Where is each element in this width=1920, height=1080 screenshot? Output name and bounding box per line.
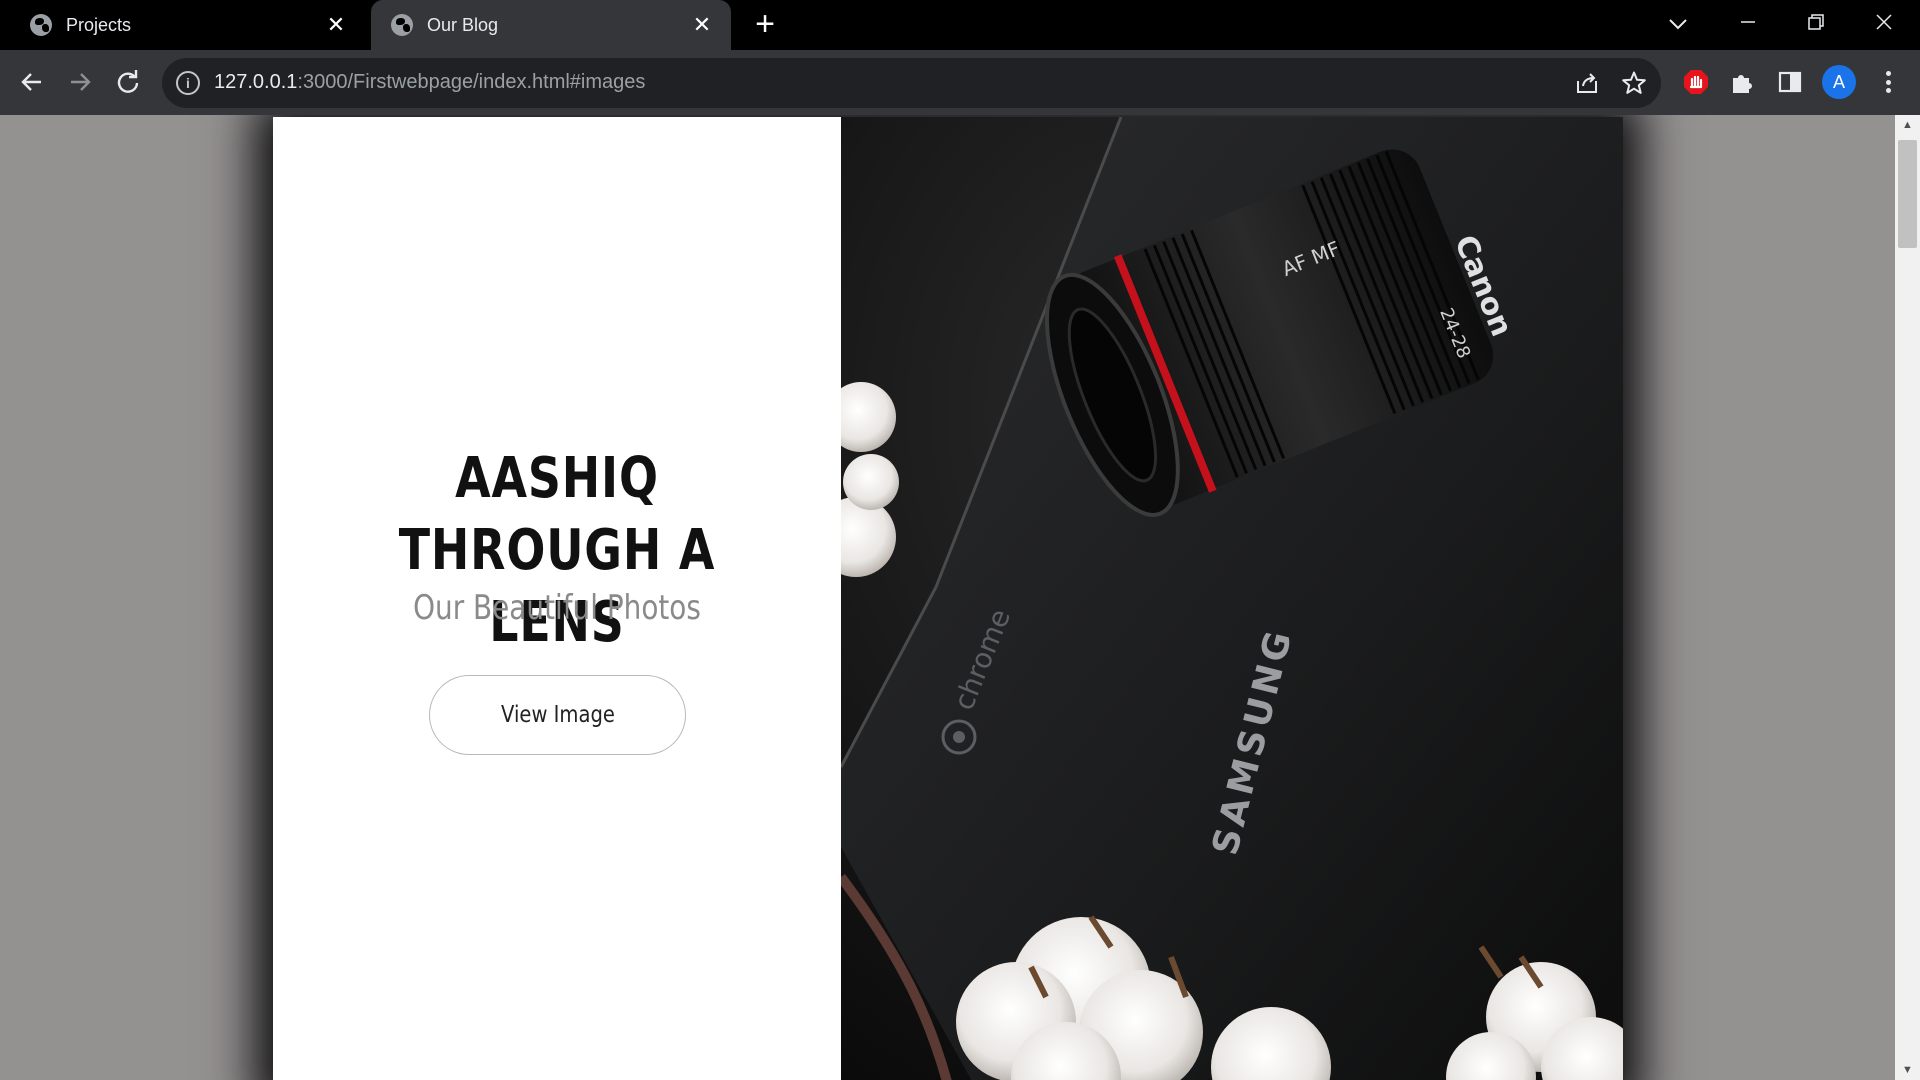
page-viewport: AASHIQ THROUGH A LENS Our Beautiful Phot…: [0, 115, 1920, 1080]
view-image-label: View Image: [500, 702, 615, 728]
url-text[interactable]: 127.0.0.1:3000/Firstwebpage/index.html#i…: [214, 71, 645, 94]
side-panel-icon[interactable]: [1775, 67, 1805, 97]
scroll-down-icon[interactable]: ▼: [1895, 1060, 1920, 1080]
camera-laptop-photo: chrome SAMSUNG AF MF Canon 24-28: [841, 117, 1623, 1080]
hero-card: AASHIQ THROUGH A LENS Our Beautiful Phot…: [273, 117, 1623, 1080]
share-icon[interactable]: [1574, 70, 1600, 96]
globe-icon: [391, 14, 413, 36]
minimize-icon[interactable]: [1714, 0, 1782, 44]
page-subtitle: Our Beautiful Photos: [413, 588, 701, 628]
hero-text-panel: AASHIQ THROUGH A LENS Our Beautiful Phot…: [273, 117, 841, 1080]
maximize-icon[interactable]: [1782, 0, 1850, 44]
star-icon[interactable]: [1621, 70, 1647, 96]
scroll-up-icon[interactable]: ▲: [1895, 115, 1920, 135]
kebab-menu-icon[interactable]: [1874, 67, 1902, 97]
tab-projects[interactable]: Projects ✕: [0, 0, 365, 50]
url-host: 127.0.0.1: [214, 71, 298, 93]
adblock-icon[interactable]: [1681, 67, 1711, 97]
plus-icon[interactable]: +: [748, 7, 782, 42]
tab-strip: Projects ✕ Our Blog ✕ +: [0, 0, 1920, 50]
view-image-button[interactable]: View Image: [429, 675, 686, 755]
url-path: :3000/Firstwebpage/index.html#images: [297, 71, 646, 93]
avatar[interactable]: A: [1822, 65, 1856, 99]
close-icon[interactable]: [1850, 0, 1918, 44]
scrollbar-thumb[interactable]: [1898, 140, 1917, 248]
back-arrow-icon[interactable]: [12, 62, 52, 102]
puzzle-icon[interactable]: [1728, 67, 1758, 97]
tab-title: Projects: [66, 14, 132, 35]
chevron-down-icon[interactable]: [1664, 10, 1692, 38]
title-line-1: AASHIQ THROUGH A: [398, 446, 716, 583]
reload-icon[interactable]: [108, 62, 148, 102]
vertical-scrollbar[interactable]: ▲ ▼: [1895, 115, 1920, 1080]
close-icon[interactable]: ✕: [323, 12, 349, 38]
address-bar[interactable]: i 127.0.0.1:3000/Firstwebpage/index.html…: [162, 58, 1661, 108]
forward-arrow-icon[interactable]: [60, 62, 100, 102]
info-icon[interactable]: i: [176, 71, 200, 95]
tab-title: Our Blog: [427, 14, 499, 35]
hero-photo: chrome SAMSUNG AF MF Canon 24-28: [841, 117, 1623, 1080]
browser-toolbar: i 127.0.0.1:3000/Firstwebpage/index.html…: [0, 50, 1920, 115]
close-icon[interactable]: ✕: [689, 12, 715, 38]
globe-icon: [30, 14, 52, 36]
tab-our-blog[interactable]: Our Blog ✕: [371, 0, 731, 50]
